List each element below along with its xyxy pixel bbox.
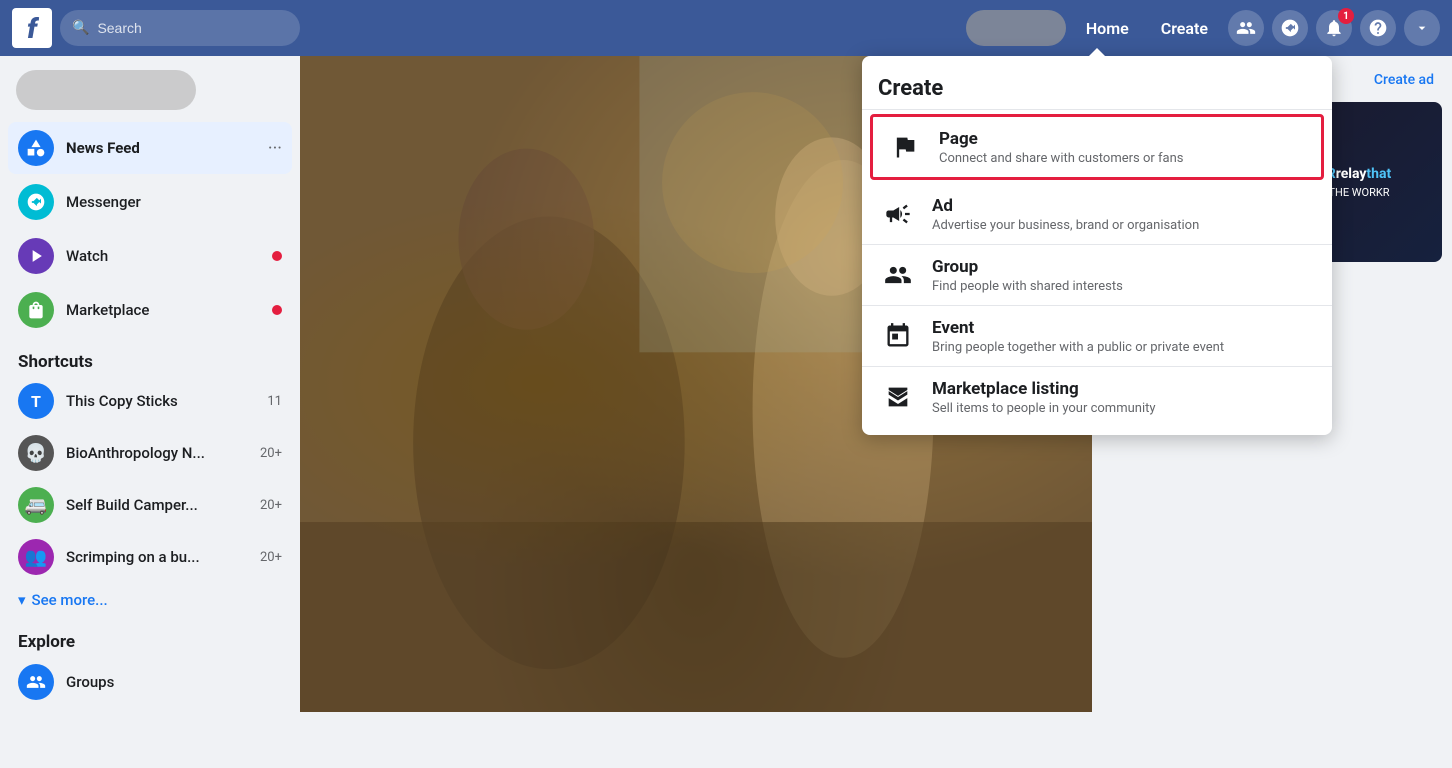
marketplace-listing-create-desc: Sell items to people in your community bbox=[932, 401, 1316, 416]
bioanthropology-badge: 20+ bbox=[260, 446, 282, 461]
groups-label: Groups bbox=[66, 673, 282, 691]
event-create-desc: Bring people together with a public or p… bbox=[932, 340, 1316, 355]
watch-label: Watch bbox=[66, 247, 260, 265]
messenger-label: Messenger bbox=[66, 193, 282, 211]
notifications-icon-button[interactable]: 1 bbox=[1316, 10, 1352, 46]
ad-create-name: Ad bbox=[932, 196, 1316, 216]
facebook-logo: f bbox=[12, 8, 52, 48]
event-create-icon bbox=[878, 316, 918, 356]
this-copy-sticks-avatar: T bbox=[18, 383, 54, 419]
page-create-name: Page bbox=[939, 129, 1309, 149]
search-input[interactable] bbox=[97, 20, 288, 36]
page-create-desc: Connect and share with customers or fans bbox=[939, 151, 1309, 166]
messenger-icon-button[interactable] bbox=[1272, 10, 1308, 46]
group-create-icon bbox=[878, 255, 918, 295]
notification-count: 1 bbox=[1338, 8, 1354, 24]
create-menu-item-page[interactable]: Page Connect and share with customers or… bbox=[870, 114, 1324, 180]
sidebar-item-messenger[interactable]: Messenger bbox=[8, 176, 292, 228]
dropdown-icon-button[interactable] bbox=[1404, 10, 1440, 46]
shortcut-item-scrimping[interactable]: 👥 Scrimping on a bu... 20+ bbox=[8, 532, 292, 582]
see-more-chevron-icon: ▾ bbox=[18, 591, 26, 609]
scrimping-label: Scrimping on a bu... bbox=[66, 548, 248, 566]
bioanthropology-avatar: 💀 bbox=[18, 435, 54, 471]
create-menu-item-group[interactable]: Group Find people with shared interests bbox=[862, 245, 1332, 306]
create-menu-item-event[interactable]: Event Bring people together with a publi… bbox=[862, 306, 1332, 367]
create-dropdown: Create Page Connect and share with custo… bbox=[862, 56, 1332, 435]
top-nav: f 🔍 Home Create 1 bbox=[0, 0, 1452, 56]
create-dropdown-title: Create bbox=[862, 64, 1332, 110]
marketplace-listing-create-name: Marketplace listing bbox=[932, 379, 1316, 399]
see-more-button[interactable]: ▾ See more... bbox=[8, 584, 292, 616]
create-button[interactable]: Create bbox=[1149, 13, 1220, 44]
ad-create-texts: Ad Advertise your business, brand or org… bbox=[932, 196, 1316, 233]
create-menu-item-ad[interactable]: Ad Advertise your business, brand or org… bbox=[862, 184, 1332, 245]
event-create-texts: Event Bring people together with a publi… bbox=[932, 318, 1316, 355]
home-button[interactable]: Home bbox=[1074, 13, 1141, 44]
sidebar-item-news-feed[interactable]: News Feed ··· bbox=[8, 122, 292, 174]
ad-relaythat-title: Rrelaythat bbox=[1327, 166, 1391, 182]
ad-create-icon bbox=[878, 194, 918, 234]
event-create-name: Event bbox=[932, 318, 1316, 338]
marketplace-listing-create-icon bbox=[878, 377, 918, 417]
marketplace-notification-dot bbox=[272, 305, 282, 315]
group-create-texts: Group Find people with shared interests bbox=[932, 257, 1316, 294]
shortcut-item-this-copy-sticks[interactable]: T This Copy Sticks 11 bbox=[8, 376, 292, 426]
group-create-name: Group bbox=[932, 257, 1316, 277]
sidebar-item-marketplace[interactable]: Marketplace bbox=[8, 284, 292, 336]
marketplace-listing-create-texts: Marketplace listing Sell items to people… bbox=[932, 379, 1316, 416]
group-create-desc: Find people with shared interests bbox=[932, 279, 1316, 294]
self-build-label: Self Build Camper... bbox=[66, 496, 248, 514]
news-feed-options[interactable]: ··· bbox=[268, 138, 282, 159]
friends-icon-button[interactable] bbox=[1228, 10, 1264, 46]
sidebar-user-avatar[interactable] bbox=[16, 70, 196, 110]
page-create-texts: Page Connect and share with customers or… bbox=[939, 129, 1309, 166]
ad-create-desc: Advertise your business, brand or organi… bbox=[932, 218, 1316, 233]
shortcut-item-self-build[interactable]: 🚐 Self Build Camper... 20+ bbox=[8, 480, 292, 530]
self-build-badge: 20+ bbox=[260, 498, 282, 513]
page-create-icon bbox=[885, 127, 925, 167]
news-feed-label: News Feed bbox=[66, 139, 256, 157]
news-feed-icon bbox=[18, 130, 54, 166]
this-copy-sticks-label: This Copy Sticks bbox=[66, 392, 255, 410]
sidebar-item-groups[interactable]: Groups bbox=[8, 656, 292, 708]
bioanthropology-label: BioAnthropology N... bbox=[66, 444, 248, 462]
ad-relaythat-subtitle: THE WORKR bbox=[1328, 186, 1389, 199]
search-bar[interactable]: 🔍 bbox=[60, 10, 300, 46]
shortcuts-section-label: Shortcuts bbox=[8, 344, 292, 376]
user-avatar[interactable] bbox=[966, 10, 1066, 46]
shortcut-item-bioanthropology[interactable]: 💀 BioAnthropology N... 20+ bbox=[8, 428, 292, 478]
self-build-avatar: 🚐 bbox=[18, 487, 54, 523]
marketplace-label: Marketplace bbox=[66, 301, 260, 319]
dropdown-arrow bbox=[1089, 48, 1105, 56]
create-menu-item-marketplace-listing[interactable]: Marketplace listing Sell items to people… bbox=[862, 367, 1332, 427]
see-more-label: See more... bbox=[32, 591, 108, 609]
watch-icon bbox=[18, 238, 54, 274]
this-copy-sticks-badge: 11 bbox=[267, 394, 282, 409]
marketplace-icon bbox=[18, 292, 54, 328]
search-icon: 🔍 bbox=[72, 20, 89, 36]
watch-notification-dot bbox=[272, 251, 282, 261]
groups-icon bbox=[18, 664, 54, 700]
help-icon-button[interactable] bbox=[1360, 10, 1396, 46]
sidebar-item-watch[interactable]: Watch bbox=[8, 230, 292, 282]
messenger-sidebar-icon bbox=[18, 184, 54, 220]
sidebar: News Feed ··· Messenger Watch Marketplac… bbox=[0, 56, 300, 712]
scrimping-badge: 20+ bbox=[260, 550, 282, 565]
explore-section-label: Explore bbox=[8, 624, 292, 656]
scrimping-avatar: 👥 bbox=[18, 539, 54, 575]
